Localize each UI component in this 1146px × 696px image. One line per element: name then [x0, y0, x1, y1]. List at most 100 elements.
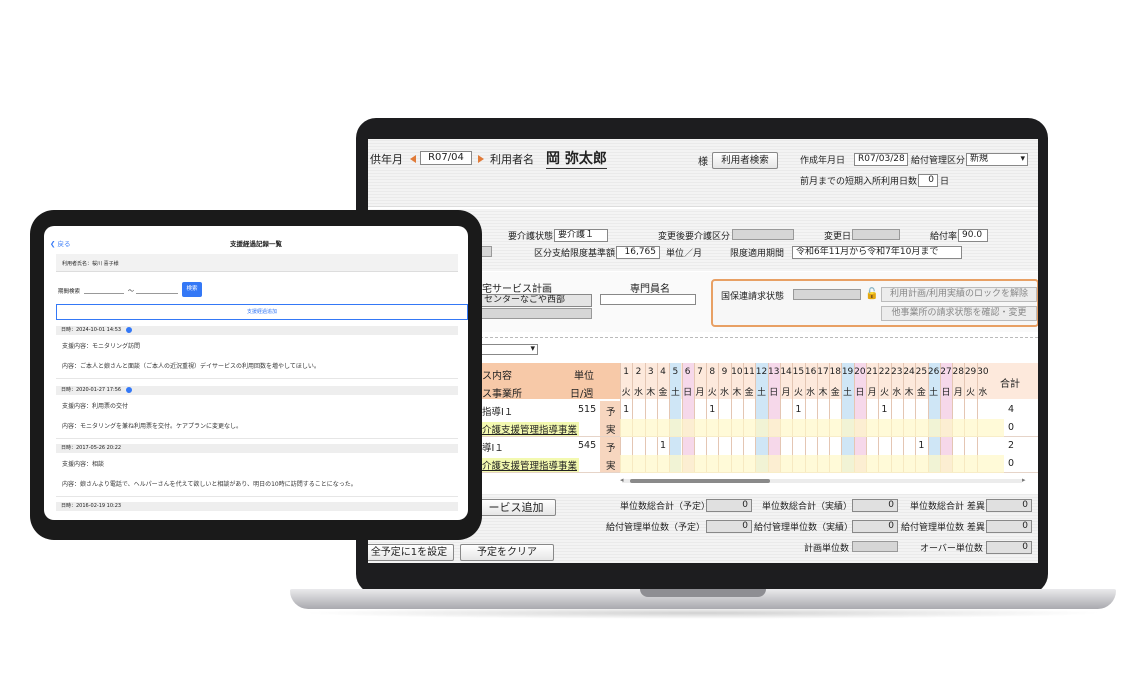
national-claim-label: 国保連請求状態 [721, 292, 785, 302]
weekday-label: 木 [818, 388, 828, 398]
day-number: 19 [841, 367, 854, 377]
record-datetime[interactable]: 日時：2016-02-19 10:23 [56, 502, 458, 511]
record-support: 支援内容：モニタリング訪問 [62, 343, 141, 350]
filter-select[interactable]: ▾ [480, 344, 538, 355]
actual-label: 実 [606, 461, 616, 472]
day-number: 5 [672, 367, 679, 377]
short-stay-label: 前月までの短期入所利用日数 [800, 177, 918, 187]
day-number: 28 [952, 367, 964, 377]
plan-day-value: 1 [709, 404, 716, 415]
search-button[interactable]: 検索 [182, 282, 202, 297]
other-claim-button[interactable]: 他事業所の請求状態を確認・変更 [881, 306, 1037, 321]
weekday-label: 月 [781, 388, 791, 398]
limit-period-label: 限度適用期間 [730, 249, 785, 259]
benefit-units-plan: 0 [706, 520, 752, 533]
weekday-label: 火 [879, 388, 889, 398]
day-number: 22 [878, 367, 891, 377]
changed-care-level-field[interactable] [732, 229, 794, 240]
created-date-field[interactable]: R07/03/28 [854, 153, 908, 166]
scroll-left-arrow[interactable]: ◂ [620, 476, 624, 484]
day-number: 18 [829, 367, 841, 377]
benefit-units-actual-label: 給付管理単位数（実績） [754, 523, 854, 533]
header-office: ス事業所 [482, 389, 522, 400]
set-all-plan-button[interactable]: 全予定に1を設定 [368, 544, 454, 561]
plan-office-field-2[interactable] [480, 308, 592, 319]
specialist-label: 専門員名 [630, 284, 670, 295]
service-name: 導Ⅰ１ [482, 443, 504, 454]
weekday-label: 木 [904, 388, 914, 398]
record-content: 内容：娘さんより電話で、ヘルパーさんを代えて欲しいと相談があり、明日の10時に訪… [62, 481, 357, 488]
weekday-label: 火 [966, 388, 976, 398]
limit-base-field[interactable]: 16,765 [616, 246, 660, 259]
weekday-label: 日 [769, 388, 779, 398]
plan-label: 予 [606, 443, 616, 454]
day-number: 16 [804, 367, 817, 377]
day-number: 24 [903, 367, 915, 377]
benefit-units-plan-label: 給付管理単位数（予定） [606, 523, 706, 533]
record-datetime[interactable]: 日時：2020-01-27 17:56 [56, 386, 458, 395]
weekday-label: 金 [658, 388, 668, 398]
over-units-label: オーバー単位数 [920, 544, 983, 554]
benefit-rate-field[interactable]: 90.0 [958, 229, 988, 242]
unlock-plan-button[interactable]: 利用計画/利用実績のロックを解除 [881, 287, 1037, 302]
add-service-button[interactable]: ービス追加 [476, 499, 556, 516]
scrollbar-thumb[interactable] [630, 479, 770, 483]
benefit-mgmt-select[interactable]: 新規 ▾ [966, 153, 1028, 166]
short-stay-days[interactable]: 0 [918, 174, 938, 187]
period-end-input[interactable] [136, 293, 178, 294]
short-stay-unit: 日 [940, 177, 950, 187]
unit-total-plan: 0 [706, 499, 752, 512]
weekday-label: 月 [867, 388, 877, 398]
service-month-field[interactable]: R07/04 [420, 151, 472, 165]
add-record-button[interactable]: 支援経過追加 [56, 304, 468, 320]
user-search-button[interactable]: 利用者検索 [712, 152, 778, 169]
prev-month-arrow[interactable] [410, 155, 416, 163]
service-units: 545 [578, 440, 597, 451]
actual-total: 0 [1008, 422, 1015, 433]
plan-day-value: 1 [881, 404, 888, 415]
record-datetime[interactable]: 日時：2024-10-01 14:53 [56, 326, 458, 335]
next-month-arrow[interactable] [478, 155, 484, 163]
clear-plan-button[interactable]: 予定をクリア [460, 544, 554, 561]
weekday-label: 月 [953, 388, 963, 398]
plan-total: 2 [1008, 440, 1015, 451]
day-number: 30 [977, 367, 989, 377]
day-number: 12 [755, 367, 768, 377]
service-month-label: 供年月 [370, 153, 403, 166]
care-level-field[interactable]: 要介護１ [554, 229, 608, 242]
chevron-down-icon: ▾ [1020, 154, 1025, 164]
weekday-label: 火 [707, 388, 717, 398]
limit-period-field[interactable]: 令和6年11月から令和7年10月まで [792, 246, 962, 259]
record-divider [56, 378, 458, 379]
specialist-field[interactable] [600, 294, 696, 305]
period-start-input[interactable] [84, 293, 124, 294]
weekday-label: 日 [855, 388, 865, 398]
service-office: 介護支援管理指導事業 [480, 458, 580, 472]
laptop-notch [640, 589, 766, 597]
record-datetime[interactable]: 日時：2017-05-26 20:22 [56, 444, 458, 453]
national-claim-field [793, 289, 861, 300]
weekday-label: 水 [978, 388, 988, 398]
unit-total-plan-label: 単位数総合計（予定） [620, 502, 711, 512]
plan-office-field[interactable]: センターなごや西部 [480, 294, 592, 307]
day-number: 10 [731, 367, 743, 377]
weekday-label: 日 [683, 388, 693, 398]
period-sep: 〜 [128, 288, 135, 295]
attachment-icon[interactable] [126, 327, 132, 333]
change-date-field[interactable] [852, 229, 900, 240]
day-number: 14 [780, 367, 792, 377]
scroll-right-arrow[interactable]: ▸ [1022, 476, 1026, 484]
weekday-label: 火 [621, 388, 631, 398]
actual-row-bg [620, 419, 1004, 437]
day-number: 15 [792, 367, 805, 377]
header-per-week: 日/週 [570, 389, 594, 400]
day-number: 3 [647, 367, 654, 377]
chevron-down-icon: ▾ [530, 344, 535, 354]
day-number: 4 [660, 367, 666, 377]
tablet-title: 支援経過記録一覧 [230, 240, 282, 248]
attachment-icon[interactable] [126, 387, 132, 393]
weekday-label: 月 [695, 388, 705, 398]
header-unit: 単位 [574, 371, 594, 382]
change-date-label: 変更日 [824, 232, 852, 242]
plan-total: 4 [1008, 404, 1015, 415]
